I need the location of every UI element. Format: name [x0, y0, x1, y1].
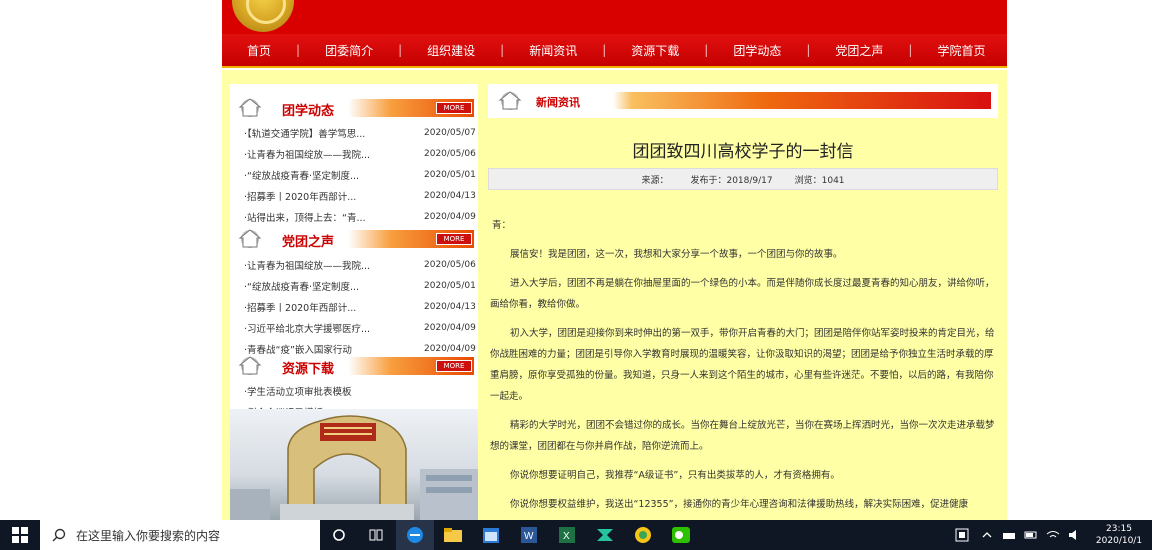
nav-activities[interactable]: 团学动态: [733, 42, 781, 59]
list-item[interactable]: ·学生活动立项审批表模板: [230, 380, 478, 401]
section-title: 党团之声: [282, 235, 335, 250]
campus-gate-icon: [230, 415, 478, 520]
battery-icon[interactable]: [1020, 520, 1042, 550]
app-icon[interactable]: [586, 520, 624, 550]
article-paragraph: 展信安！我是团团，这一次，我想和大家分享一个故事，一个团团与你的故事。: [510, 249, 843, 260]
nav-downloads[interactable]: 资源下载: [631, 42, 679, 59]
cortana-icon[interactable]: [320, 520, 358, 550]
start-button[interactable]: [0, 520, 40, 550]
section-header-news: 新闻资讯: [488, 84, 998, 118]
main-nav: 首页 | 团委简介 | 组织建设 | 新闻资讯 | 资源下载 | 团学动态 | …: [222, 34, 1007, 68]
section-bar: [613, 92, 991, 109]
section-header-tuanxue: 团学动态 MORE: [230, 96, 478, 119]
section-header-ziyuan: 资源下载 MORE: [230, 354, 478, 377]
list-item[interactable]: ·习近平给北京大学援鄂医疗... 2020/04/09: [230, 317, 478, 338]
taskbar-search[interactable]: 在这里输入你要搜索的内容: [40, 520, 320, 550]
nav-party-voice[interactable]: 党团之声: [835, 42, 883, 59]
list-item[interactable]: ·“绽放战疫青春·坚定制度... 2020/05/01: [230, 164, 478, 185]
article-body: 展信安！我是团团，这一次，我想和大家分享一个故事，一个团团与你的故事。 进入大学…: [490, 244, 996, 523]
svg-text:W: W: [524, 531, 534, 542]
clock-time: 23:15: [1106, 524, 1132, 534]
article-paragraph: 你说你想要权益维护，我送出“12355”，接通你的青少年心理咨询和法律援助热线，…: [510, 499, 969, 510]
house-icon: [238, 98, 262, 117]
task-view-icon[interactable]: [358, 520, 396, 550]
edge-icon[interactable]: [396, 520, 434, 550]
emblem-icon: [232, 0, 294, 32]
nav-separator: |: [806, 43, 811, 57]
news-list-dangtuan: ·让青春为祖国绽放——我院... 2020/05/06 ·“绽放战疫青春·坚定制度…: [230, 254, 478, 359]
word-icon[interactable]: W: [510, 520, 548, 550]
section-title: 团学动态: [282, 104, 335, 119]
nav-organization[interactable]: 组织建设: [427, 42, 475, 59]
house-icon: [238, 229, 262, 248]
nav-separator: |: [296, 43, 301, 57]
file-explorer-icon[interactable]: [434, 520, 472, 550]
article-paragraph: 你说你想要证明自己，我推荐“A级证书”，只有出类拔萃的人，才有资格拥有。: [510, 470, 840, 481]
windows-logo-icon: [12, 527, 28, 543]
house-icon: [238, 356, 262, 375]
nav-separator: |: [704, 43, 709, 57]
house-icon: [498, 91, 522, 110]
section-title: 资源下载: [282, 362, 335, 377]
search-icon: [52, 528, 66, 542]
article-title: 团团致四川高校学子的一封信: [632, 142, 854, 162]
site-banner: [222, 0, 1007, 34]
campus-gate-image: [230, 409, 478, 520]
ime-icon[interactable]: [948, 520, 976, 550]
meta-published: 发布于：2018/9/17: [690, 175, 773, 186]
list-item[interactable]: ·“绽放战疫青春·坚定制度... 2020/05/01: [230, 275, 478, 296]
nav-separator: |: [908, 43, 913, 57]
article-meta: 来源： 发布于：2018/9/17 浏览：1041: [488, 168, 998, 190]
nav-news[interactable]: 新闻资讯: [529, 42, 577, 59]
section-title: 新闻资讯: [536, 96, 580, 109]
wifi-icon[interactable]: [1042, 520, 1064, 550]
list-item[interactable]: ·【轨道交通学院】善学笃思... 2020/05/07: [230, 122, 478, 143]
wechat-icon[interactable]: [662, 520, 700, 550]
list-item[interactable]: ·让青春为祖国绽放——我院... 2020/05/06: [230, 254, 478, 275]
list-item[interactable]: ·招募季丨2020年西部计... 2020/04/13: [230, 185, 478, 206]
search-placeholder: 在这里输入你要搜索的内容: [76, 528, 221, 543]
nav-home[interactable]: 首页: [247, 42, 271, 59]
calendar-icon[interactable]: [472, 520, 510, 550]
volume-icon[interactable]: [1064, 520, 1086, 550]
svg-text:X: X: [563, 531, 570, 542]
clock-date: 2020/10/1: [1095, 536, 1143, 546]
nav-intro[interactable]: 团委简介: [325, 42, 373, 59]
browser-icon[interactable]: [624, 520, 662, 550]
more-button[interactable]: MORE: [436, 360, 472, 372]
nav-separator: |: [500, 43, 505, 57]
more-button[interactable]: MORE: [436, 233, 472, 245]
meta-source: 来源：: [641, 175, 669, 186]
meta-views: 浏览：1041: [794, 175, 845, 186]
more-button[interactable]: MORE: [436, 102, 472, 114]
news-list-tuanxue: ·【轨道交通学院】善学笃思... 2020/05/07 ·让青春为祖国绽放——我院…: [230, 122, 478, 227]
section-header-dangtuan: 党团之声 MORE: [230, 227, 478, 250]
article-paragraph: 进入大学后，团团不再是躺在你抽屉里面的一个绿色的小本。而是伴随你成长度过最夏青春…: [490, 278, 995, 310]
browser-page: 首页 | 团委简介 | 组织建设 | 新闻资讯 | 资源下载 | 团学动态 | …: [0, 0, 1152, 550]
list-item[interactable]: ·站得出来，顶得上去：“青... 2020/04/09: [230, 206, 478, 227]
left-sidebar: 团学动态 MORE ·【轨道交通学院】善学笃思... 2020/05/07 ·让青…: [230, 84, 478, 520]
article-paragraph: 初入大学，团团是迎接你到来时伸出的第一双手，带你开启青春的大门；团团是陪伴你站军…: [490, 328, 995, 402]
nav-separator: |: [602, 43, 607, 57]
list-item[interactable]: ·让青春为祖国绽放——我院... 2020/05/06: [230, 143, 478, 164]
system-tray: 23:15 2020/10/1: [948, 520, 1152, 550]
chevron-up-icon[interactable]: [976, 520, 998, 550]
taskbar-clock[interactable]: 23:15 2020/10/1: [1086, 523, 1152, 547]
network-icon[interactable]: [998, 520, 1020, 550]
article-paragraph: 精彩的大学时光，团团不会错过你的成长。当你在舞台上绽放光芒，当你在赛场上挥洒时光…: [490, 420, 995, 452]
list-item[interactable]: ·招募季丨2020年西部计... 2020/04/13: [230, 296, 478, 317]
windows-taskbar: 在这里输入你要搜索的内容 W X 23:15 2020/10/1: [0, 520, 1152, 550]
article-greeting: 青：: [492, 220, 512, 231]
nav-college-home[interactable]: 学院首页: [937, 42, 985, 59]
excel-icon[interactable]: X: [548, 520, 586, 550]
nav-separator: |: [398, 43, 403, 57]
